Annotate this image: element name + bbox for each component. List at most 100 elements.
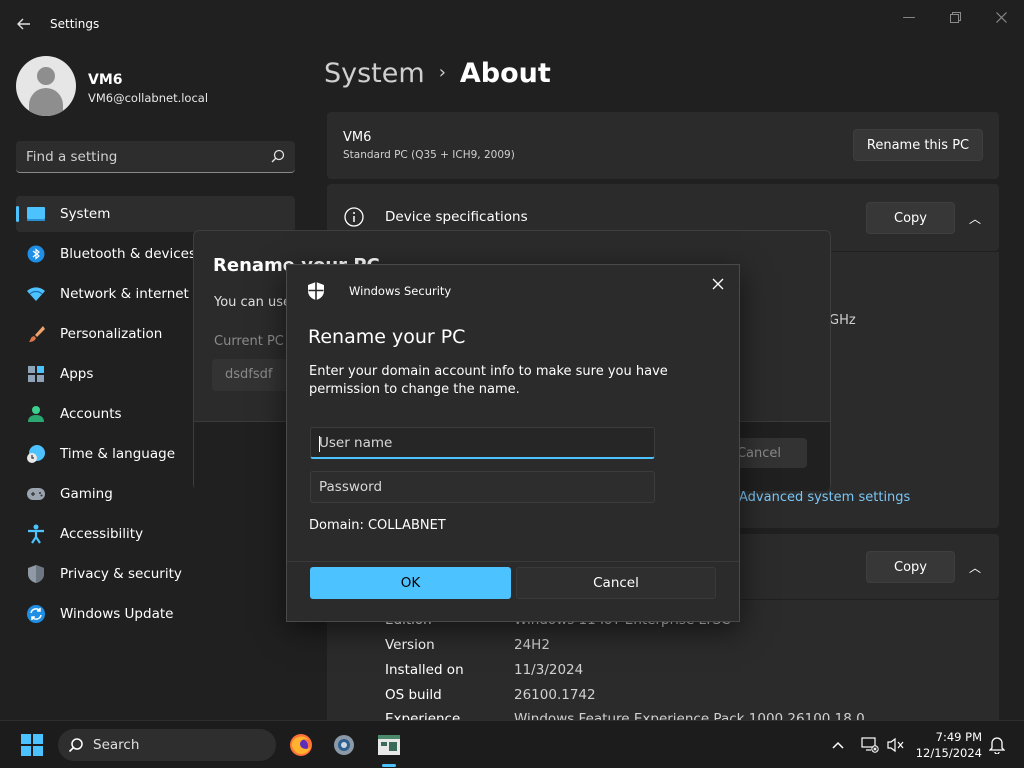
username-placeholder: User name [319,435,393,451]
security-app-name: Windows Security [349,284,452,298]
bell-icon [989,737,1005,754]
system-icon [26,204,46,224]
sidebar-item-label: Bluetooth & devices [60,246,197,262]
avatar[interactable] [16,56,76,116]
os-build-value: 26100.1742 [514,687,596,703]
advanced-system-settings-link[interactable]: Advanced system settings [739,490,910,505]
back-arrow-icon [17,18,30,30]
breadcrumb-parent[interactable]: System [324,58,425,89]
windows-security-shield-icon [308,282,324,300]
avatar-head [37,67,55,85]
update-icon [26,604,46,624]
back-button[interactable] [10,10,38,38]
chevron-up-icon: ︿ [968,211,981,226]
collapse-windows-specs-button[interactable]: ︿ [965,557,985,577]
volume-muted-icon [887,737,904,753]
windows-security-dialog: Windows Security Rename your PC Enter yo… [286,264,740,622]
pc-name: VM6 [343,130,372,145]
taskbar-search-label: Search [93,737,140,753]
search-icon [271,149,285,163]
sidebar-item-privacy-security[interactable]: Privacy & security [16,556,295,592]
firefox-icon [290,734,312,756]
domain-label: Domain: COLLABNET [309,518,446,533]
search-placeholder: Find a setting [26,149,118,165]
gamepad-icon [26,484,46,504]
notifications-button[interactable] [983,731,1011,759]
chevron-up-icon: ︿ [968,560,981,575]
version-value: 24H2 [514,637,550,653]
taskbar: Search 7:49 PM 12/15/2024 [0,720,1024,768]
network-tray-button[interactable] [856,731,884,759]
cancel-button[interactable]: Cancel [516,567,716,599]
collapse-device-specs-button[interactable]: ︿ [965,208,985,228]
pc-name-card: VM6 Standard PC (Q35 + ICH9, 2009) Renam… [327,112,999,179]
sidebar-item-label: Privacy & security [60,566,182,582]
app-title: Settings [50,17,100,31]
network-disconnected-icon [861,737,879,753]
show-hidden-icons-button[interactable] [824,731,852,759]
breadcrumb-separator: › [438,62,446,83]
sidebar-item-label: Apps [60,366,94,382]
restore-icon [949,11,961,23]
version-label: Version [385,637,435,653]
start-icon [21,734,43,756]
sidebar-item-accessibility[interactable]: Accessibility [16,516,295,552]
password-placeholder: Password [319,479,383,495]
pc-name-value: dsdfsdf [225,367,273,382]
wifi-icon [26,284,46,304]
os-build-label: OS build [385,687,442,703]
terminal-app-icon [378,735,400,755]
restore-button[interactable] [932,6,978,28]
sidebar-item-label: Gaming [60,486,113,502]
terminal-taskbar-button[interactable] [375,731,403,759]
security-close-button[interactable] [705,271,731,297]
username-input[interactable]: User name [310,427,655,459]
copy-device-specs-button[interactable]: Copy [866,202,955,234]
installed-on-label: Installed on [385,662,464,678]
settings-app-icon [334,735,354,755]
security-dialog-title: Rename your PC [308,326,466,348]
device-specifications-title: Device specifications [385,209,528,225]
close-window-button[interactable] [978,6,1024,28]
title-bar: Settings — [0,0,1024,48]
brush-icon [26,324,46,344]
shield-icon [26,564,46,584]
close-icon [712,278,724,290]
security-dialog-description: Enter your domain account info to make s… [309,364,668,397]
accessibility-icon [26,524,46,544]
dialog-divider [287,561,739,562]
processor-speed-partial: GHz [829,313,856,328]
sidebar-item-system[interactable]: System [16,196,295,232]
sidebar-item-label: Personalization [60,326,163,342]
apps-icon [26,364,46,384]
sidebar-item-windows-update[interactable]: Windows Update [16,596,295,632]
taskbar-clock[interactable]: 7:49 PM 12/15/2024 [914,729,982,761]
pc-model: Standard PC (Q35 + ICH9, 2009) [343,149,515,161]
close-icon [995,11,1007,23]
rename-pc-button[interactable]: Rename this PC [853,129,983,161]
user-name: VM6 [88,72,123,88]
bluetooth-icon [26,244,46,264]
info-icon [344,207,364,227]
taskbar-search[interactable]: Search [58,729,276,761]
sidebar-item-label: Time & language [60,446,176,462]
sidebar-item-label: Network & internet [60,286,189,302]
active-app-indicator [382,764,396,767]
sidebar-item-label: Accessibility [60,526,144,542]
avatar-body [29,88,63,116]
password-input[interactable]: Password [310,471,655,503]
ok-button[interactable]: OK [310,567,511,599]
sidebar-item-label: Accounts [60,406,122,422]
find-setting-search-input[interactable]: Find a setting [16,141,295,173]
time-language-icon [26,444,46,464]
rename-dialog-text: You can use [214,295,292,310]
start-button[interactable] [18,731,46,759]
firefox-taskbar-button[interactable] [287,731,315,759]
copy-windows-specs-button[interactable]: Copy [866,551,955,583]
settings-taskbar-button[interactable] [330,731,358,759]
sidebar-item-label: Windows Update [60,606,174,622]
minimize-button[interactable]: — [886,6,932,28]
volume-tray-button[interactable] [882,731,910,759]
chevron-up-icon [832,741,844,749]
minimize-icon: — [902,9,916,25]
